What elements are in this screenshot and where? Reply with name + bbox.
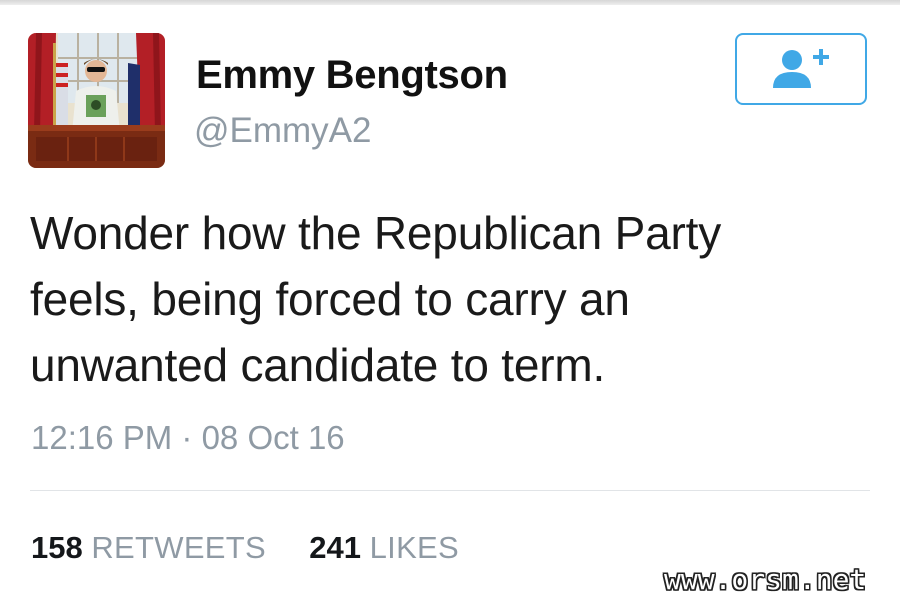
tweet-stats: 158 RETWEETS 241 LIKES (31, 530, 459, 566)
add-user-icon (773, 49, 829, 88)
avatar[interactable] (28, 33, 165, 168)
tweet-text-line: feels, being forced to carry an (30, 273, 630, 325)
top-border (0, 0, 900, 5)
likes-stat[interactable]: 241 LIKES (301, 530, 459, 565)
tweet-text: Wonder how the Republican Party feels, b… (30, 200, 880, 398)
follow-button[interactable] (735, 33, 867, 105)
user-handle[interactable]: @EmmyA2 (194, 111, 372, 151)
tweet-text-line: Wonder how the Republican Party (30, 207, 722, 259)
likes-label: LIKES (369, 530, 459, 565)
watermark: www.orsm.net (664, 563, 867, 596)
divider (30, 490, 870, 491)
retweets-stat[interactable]: 158 RETWEETS (31, 530, 275, 565)
display-name[interactable]: Emmy Bengtson (196, 53, 508, 98)
tweet-text-line: unwanted candidate to term. (30, 339, 606, 391)
retweets-count: 158 (31, 530, 83, 565)
tweet-timestamp[interactable]: 12:16 PM · 08 Oct 16 (31, 419, 345, 457)
avatar-image (28, 33, 165, 168)
retweets-label: RETWEETS (91, 530, 266, 565)
likes-count: 241 (309, 530, 361, 565)
